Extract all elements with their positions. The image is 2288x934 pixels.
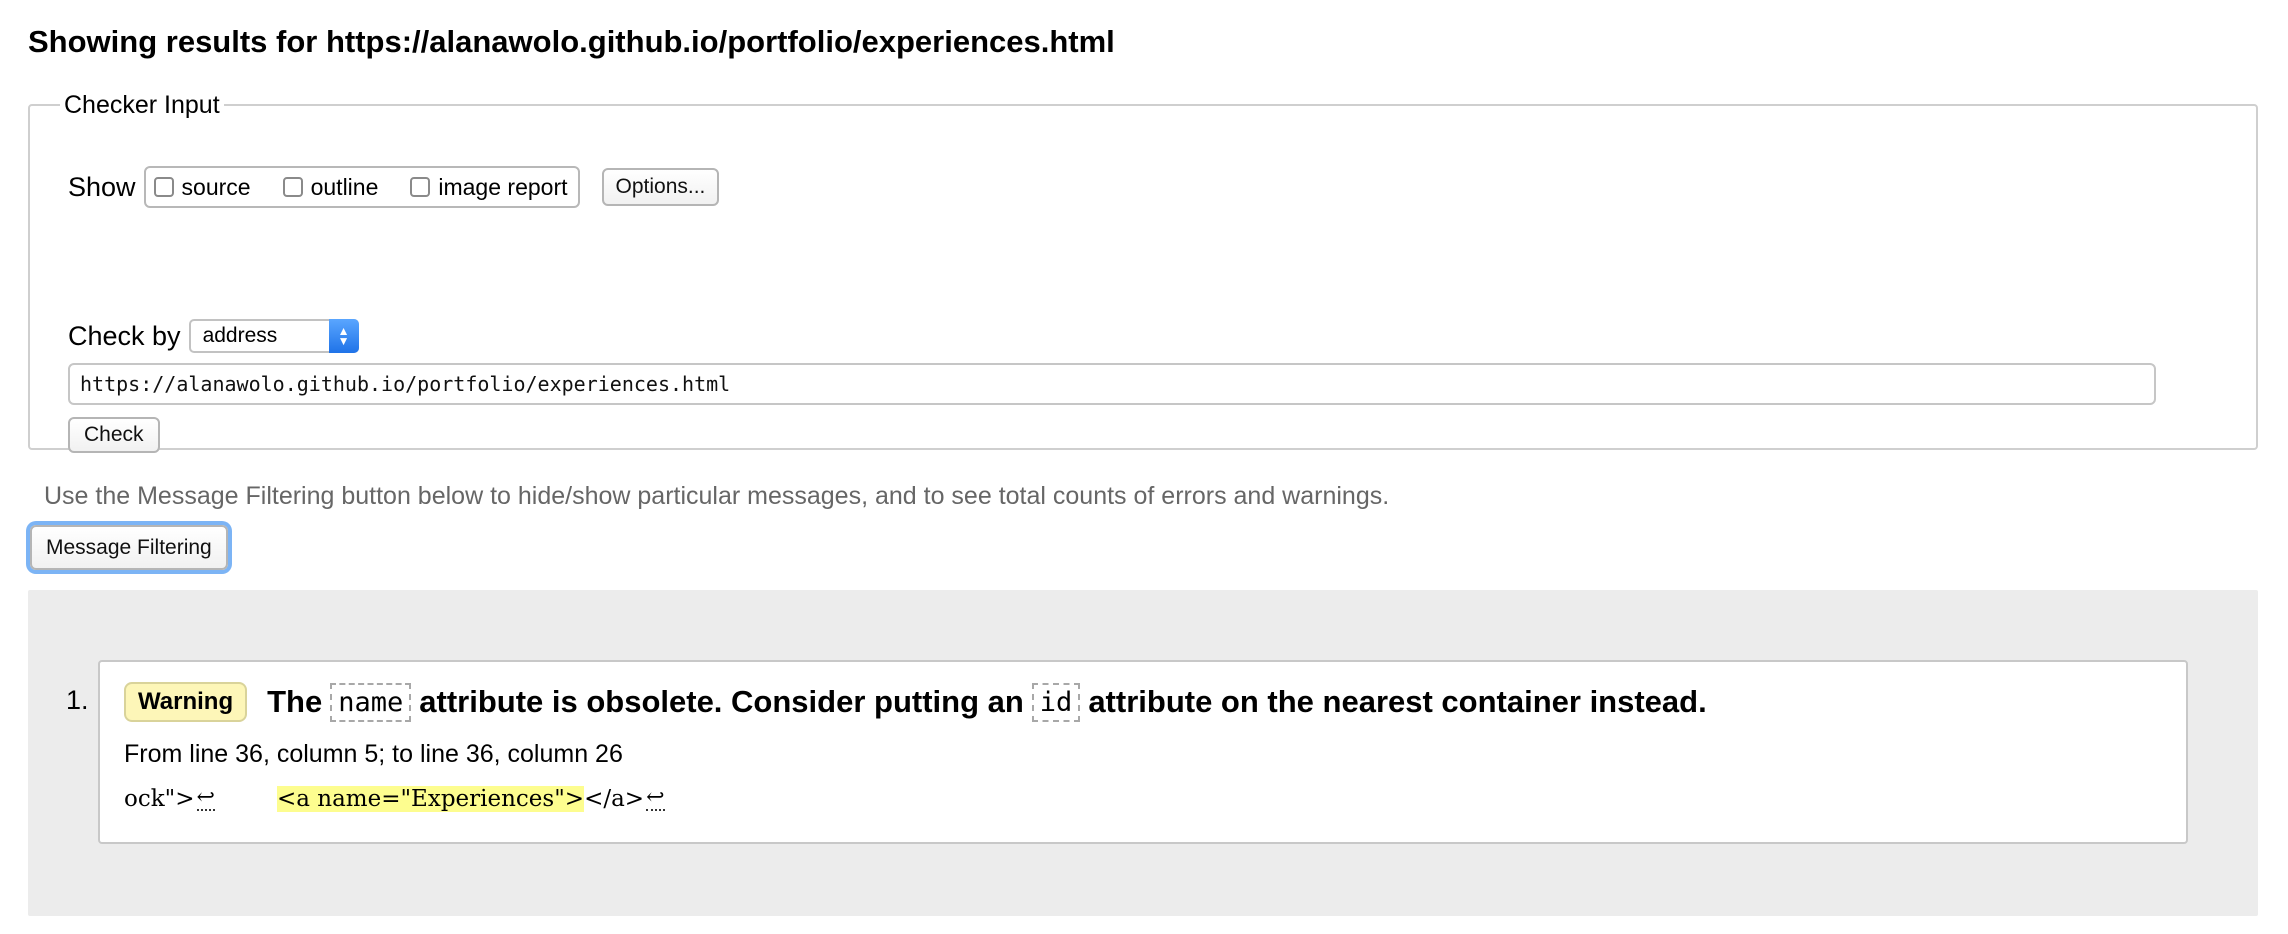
validator-page: Showing results for https://alanawolo.gi… — [0, 0, 2288, 934]
return-arrow-icon: ↩ — [196, 785, 215, 811]
show-source-option[interactable]: source — [153, 173, 251, 201]
check-by-selected-value: address — [202, 324, 278, 347]
outline-checkbox[interactable] — [282, 177, 303, 197]
results-heading: Showing results for https://alanawolo.gi… — [28, 24, 1115, 59]
source-checkbox-label: source — [181, 173, 251, 200]
show-image-report-option[interactable]: image report — [410, 173, 568, 201]
show-options-row: Show source outline image report Options… — [68, 162, 720, 212]
show-checkbox-group: source outline image report — [143, 166, 580, 208]
message-number: 1. — [66, 685, 89, 715]
message-text-part-2: attribute is obsolete. Consider putting … — [419, 684, 1024, 719]
message-location: From line 36, column 5; to line 36, colu… — [124, 740, 623, 768]
return-arrow-icon: ↩ — [646, 785, 665, 811]
message-title: Warning The name attribute is obsolete. … — [124, 682, 1707, 722]
url-input[interactable] — [68, 363, 2156, 405]
source-extract: ock"> ↩ <a name="Experiences"> </a> ↩ — [124, 786, 667, 812]
filter-instructions: Use the Message Filtering button below t… — [44, 482, 1390, 510]
extract-before: ock"> — [124, 786, 195, 812]
code-token-id: id — [1031, 682, 1081, 722]
outline-checkbox-label: outline — [310, 173, 379, 200]
source-checkbox[interactable] — [153, 177, 174, 197]
warning-message: Warning The name attribute is obsolete. … — [98, 660, 2188, 844]
code-token-name: name — [330, 682, 412, 722]
check-button[interactable]: Check — [68, 417, 160, 453]
extract-after: </a> — [584, 786, 645, 812]
message-filtering-button[interactable]: Message Filtering — [30, 525, 228, 570]
show-label: Show — [68, 171, 136, 202]
check-by-select[interactable]: address ▲ ▼ — [188, 319, 359, 353]
checker-input-fieldset: Checker Input Show source outline image … — [28, 90, 2258, 453]
chevron-up-down-icon: ▲ ▼ — [328, 319, 359, 353]
check-by-row: Check by address ▲ ▼ — [68, 316, 359, 356]
checker-input-legend: Checker Input — [64, 91, 220, 119]
message-text-part-1: The — [267, 684, 323, 719]
check-by-label: Check by — [68, 320, 181, 351]
image-report-checkbox[interactable] — [410, 177, 431, 197]
options-button[interactable]: Options... — [601, 168, 720, 206]
message-text-part-3: attribute on the nearest container inste… — [1088, 684, 1707, 719]
messages-panel: 1. Warning The name attribute is obsolet… — [28, 590, 2258, 916]
show-outline-option[interactable]: outline — [282, 173, 379, 201]
extract-highlight: <a name="Experiences"> — [276, 786, 585, 812]
image-report-checkbox-label: image report — [438, 173, 568, 200]
warning-badge: Warning — [124, 682, 248, 722]
